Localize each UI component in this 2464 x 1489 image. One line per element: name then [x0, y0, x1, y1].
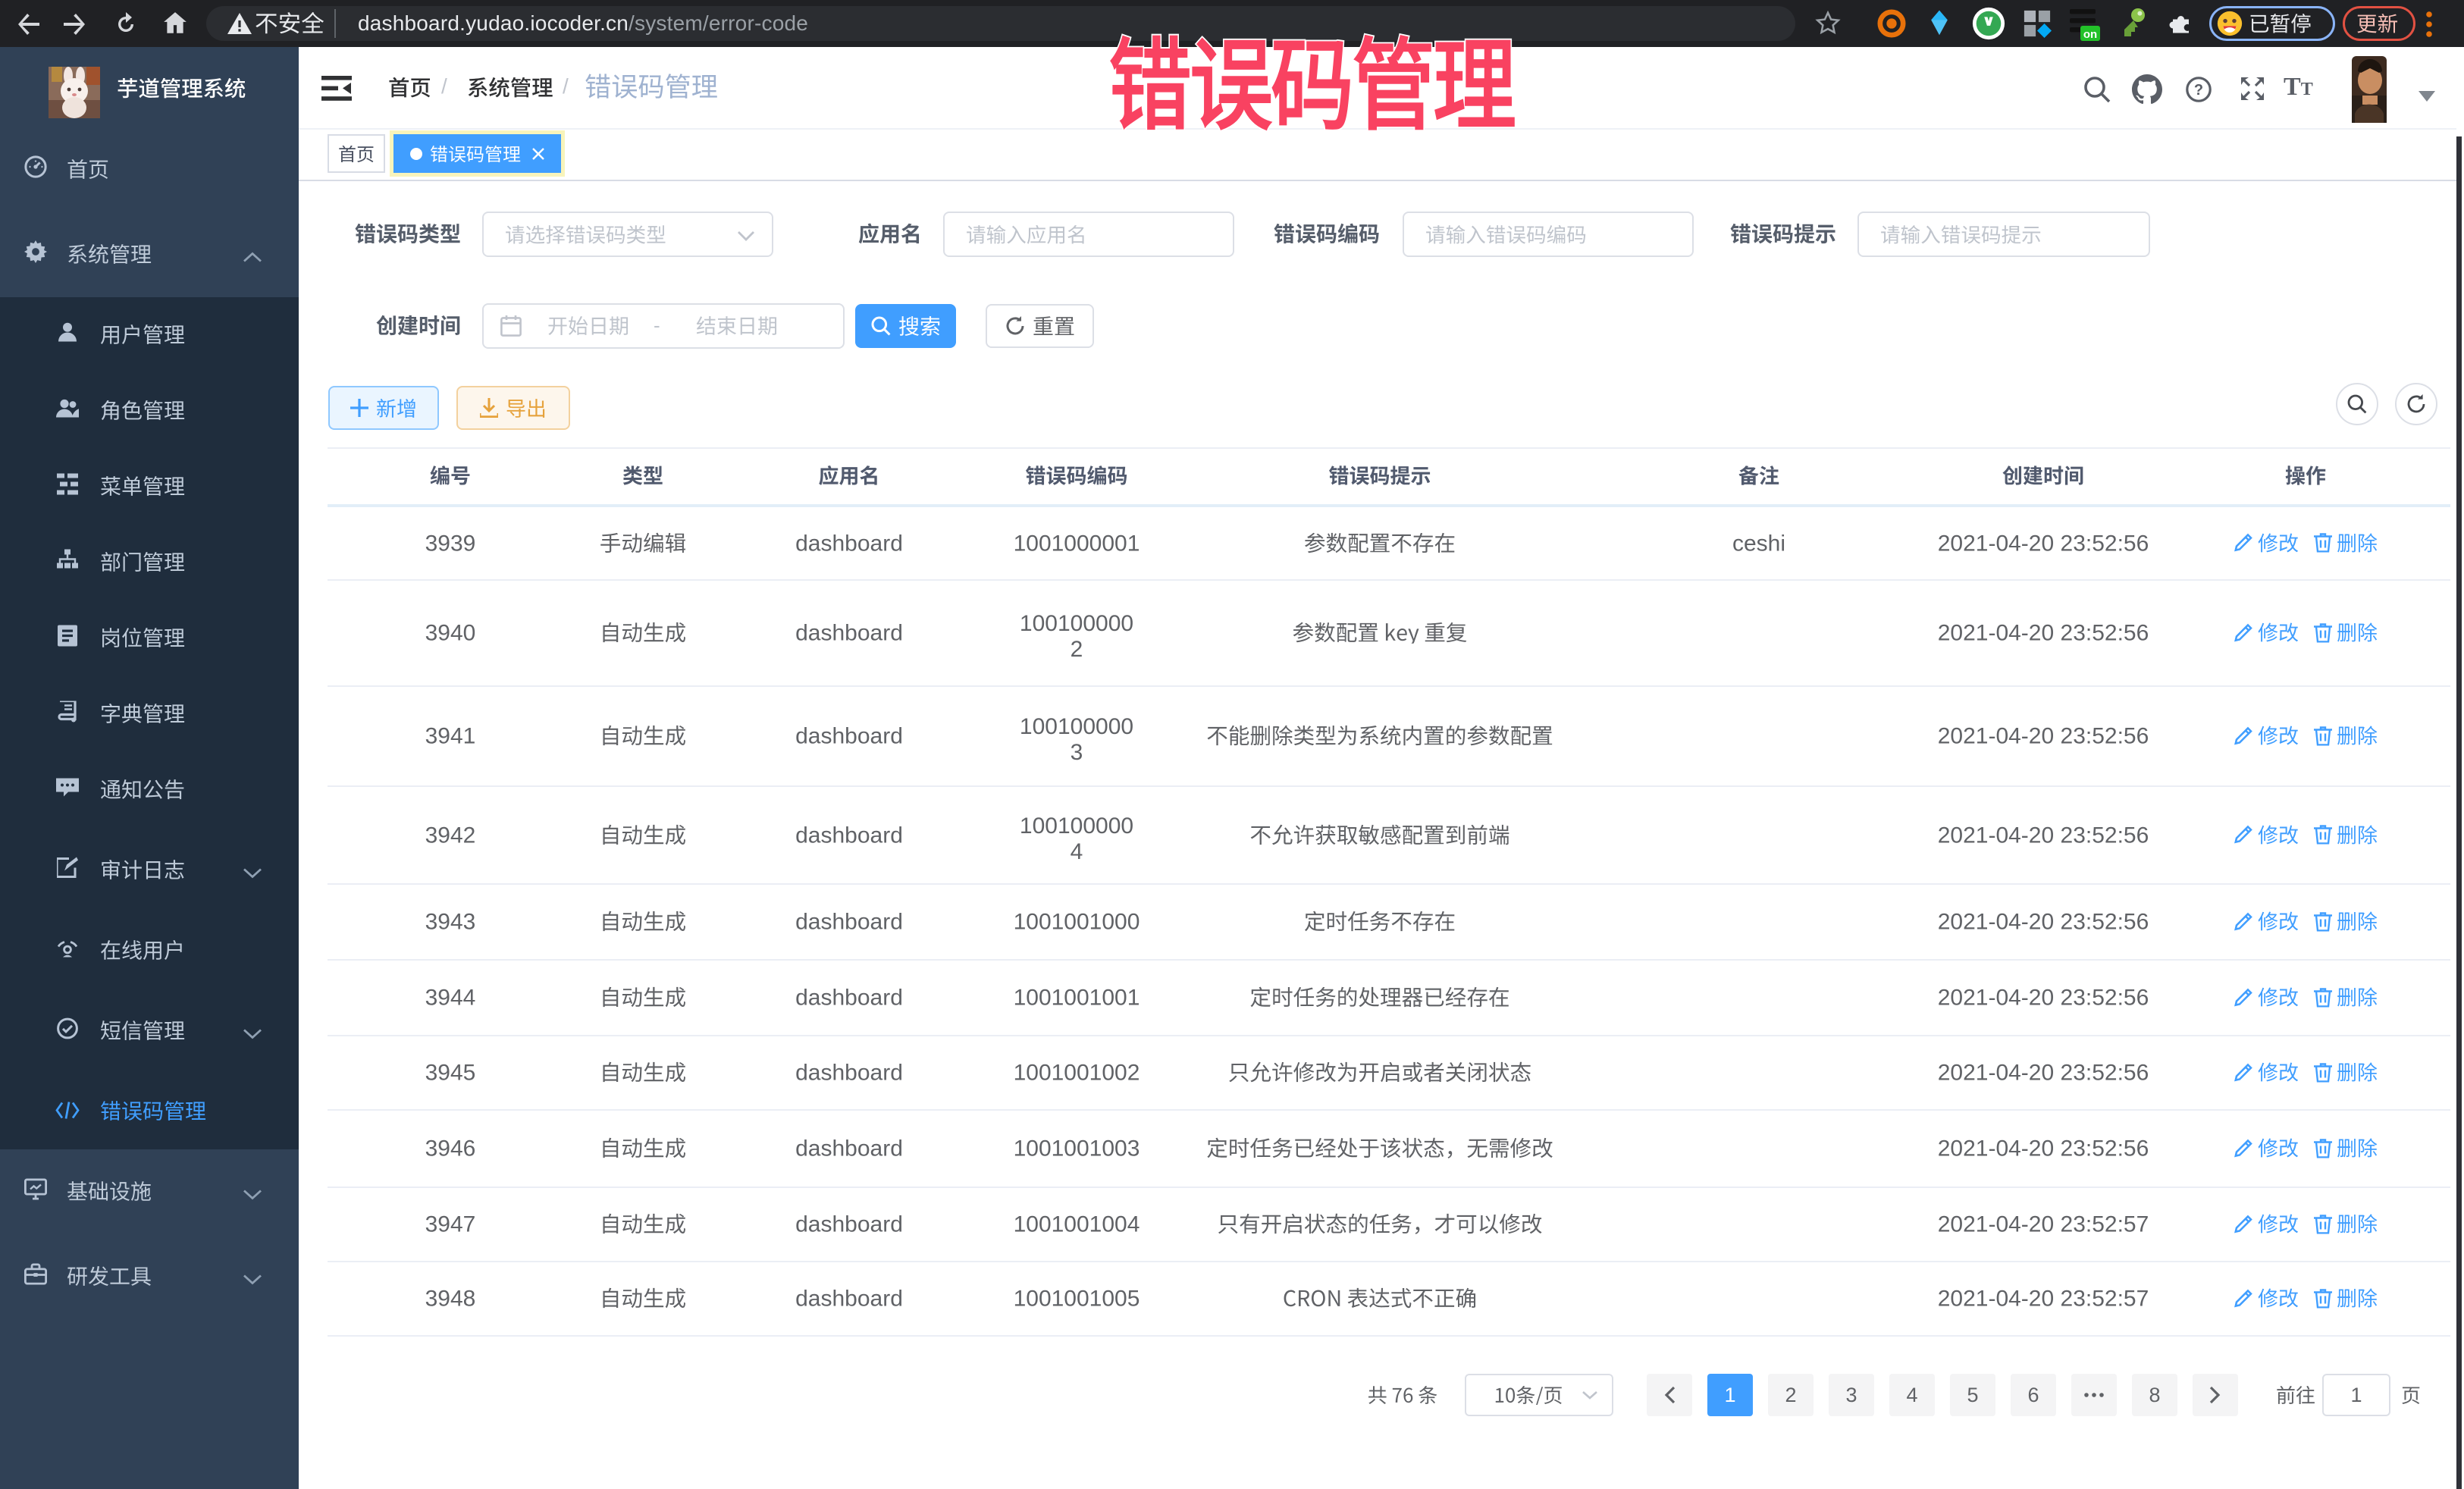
svg-text:on: on: [2083, 28, 2097, 41]
svg-text:?: ?: [2194, 82, 2203, 99]
